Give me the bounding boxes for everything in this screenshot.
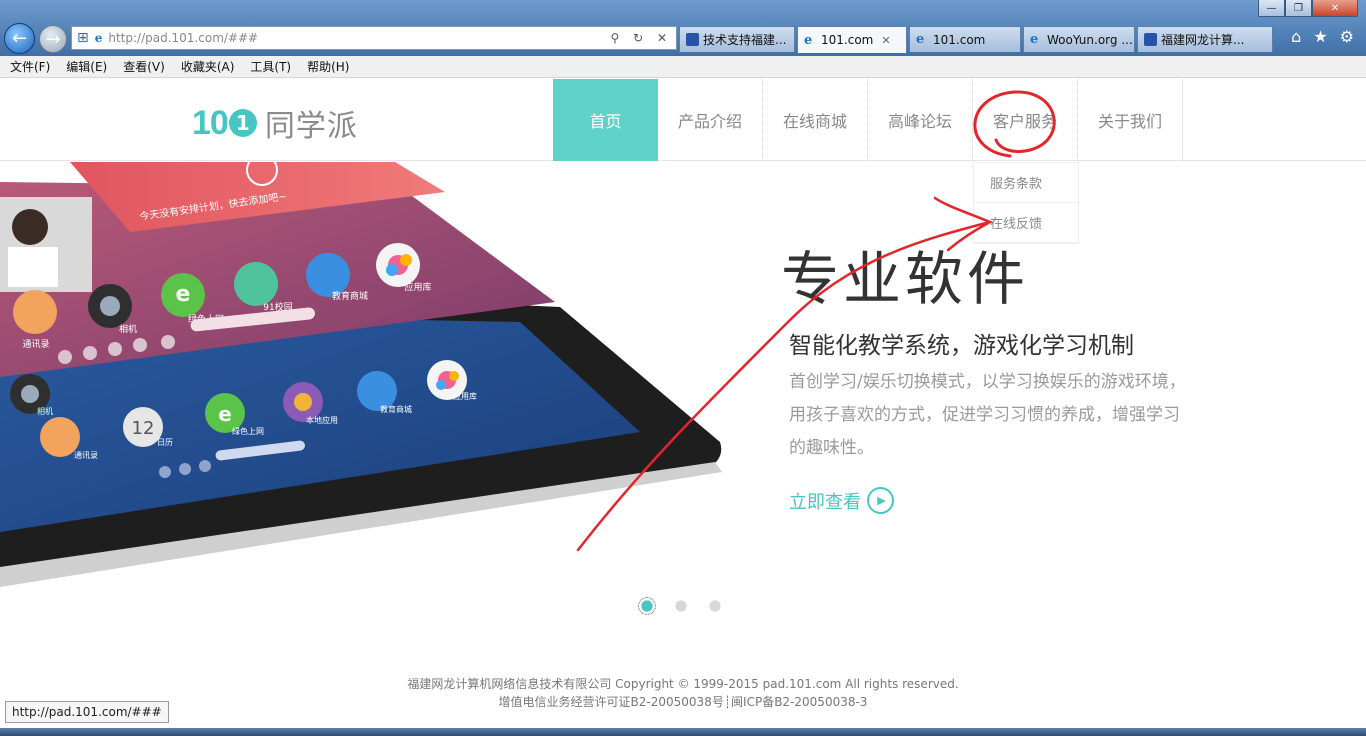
tab-strip: 技术支持福建... e 101.com ✕ e 101.com e WooYun…	[679, 26, 1275, 53]
svg-text:相机: 相机	[37, 406, 53, 416]
address-url[interactable]: http://pad.101.com/###	[108, 31, 610, 45]
menu-bar: 文件(F) 编辑(E) 查看(V) 收藏夹(A) 工具(T) 帮助(H)	[0, 56, 1366, 78]
tablet-icon-label: 应用库	[404, 281, 431, 293]
hero-description: 首创学习/娱乐切换模式，以学习换娱乐的游戏环境，用孩子喜欢的方式，促进学习习惯的…	[789, 372, 1186, 458]
tab-3[interactable]: e 101.com	[909, 26, 1021, 52]
add-favorite-icon[interactable]: ⊞	[77, 30, 89, 46]
menu-file[interactable]: 文件(F)	[10, 58, 50, 75]
nav-customer-service[interactable]: 客户服务	[973, 79, 1078, 161]
favorites-star-icon[interactable]: ★	[1313, 27, 1327, 46]
calendar-number: 12	[132, 418, 155, 439]
site-header: 10 1 同学派 首页 产品介绍 在线商城 高峰论坛 客户服务 关于我们	[0, 79, 1366, 161]
tablet-icon-label: 教育商城	[332, 290, 368, 302]
menu-view[interactable]: 查看(V)	[123, 58, 165, 75]
menu-edit[interactable]: 编辑(E)	[66, 58, 107, 75]
tablet-icon-label: 日历	[157, 438, 173, 447]
address-tools-icon[interactable]: ⚲ ↻ ✕	[610, 31, 676, 45]
menu-tools[interactable]: 工具(T)	[250, 58, 291, 75]
tablet-illustration: 今天没有安排计划，快去添加吧~ e 通讯录 相机 绿色上网 91校园 教育商城 …	[0, 162, 722, 587]
logo-name: 同学派	[264, 109, 358, 144]
tablet-icon-label: 相机	[119, 323, 137, 335]
close-tab-icon[interactable]: ✕	[881, 34, 890, 47]
tab-label: WooYun.org ...	[1047, 32, 1133, 47]
main-nav: 首页 产品介绍 在线商城 高峰论坛 客户服务 关于我们	[553, 79, 1183, 161]
logo-number: 10	[192, 103, 229, 142]
maximize-button[interactable]: ❐	[1285, 0, 1312, 17]
carousel-dot[interactable]	[675, 600, 687, 612]
play-icon: ▶	[867, 487, 894, 514]
arrow-left-icon: ←	[11, 28, 28, 49]
view-now-label: 立即查看	[789, 491, 861, 513]
svg-text:e: e	[218, 402, 232, 426]
tablet-icon-label: 绿色上网	[232, 426, 264, 436]
tablet-icon-label: 通讯录	[74, 450, 98, 460]
site-footer: 福建网龙计算机网络信息技术有限公司 Copyright © 1999-2015 …	[0, 675, 1366, 711]
footer-copyright: 福建网龙计算机网络信息技术有限公司 Copyright © 1999-2015 …	[407, 677, 959, 691]
hero-subtitle: 智能化教学系统，游戏化学习机制	[789, 333, 1134, 359]
ie-icon: e	[916, 32, 925, 47]
arrow-right-icon: →	[45, 28, 61, 50]
home-icon[interactable]: ⌂	[1291, 27, 1301, 46]
window-controls: — ❐ ✕	[1258, 0, 1358, 17]
carousel-dot[interactable]	[709, 600, 721, 612]
menu-favorites[interactable]: 收藏夹(A)	[181, 58, 235, 75]
browser-toolbar-icons: ⌂ ★ ⚙	[1291, 27, 1354, 46]
close-window-button[interactable]: ✕	[1312, 0, 1358, 17]
tab-label: 101.com	[821, 33, 874, 47]
nav-shop[interactable]: 在线商城	[763, 79, 868, 161]
ie-icon: e	[94, 31, 103, 45]
forward-button[interactable]: →	[39, 25, 67, 53]
tablet-icon-label: 本地应用	[306, 415, 338, 425]
minimize-button[interactable]: —	[1258, 0, 1285, 17]
carousel-dot[interactable]	[638, 597, 656, 615]
paw-icon	[686, 33, 699, 46]
nav-products[interactable]: 产品介绍	[658, 79, 763, 161]
logo-one-circle: 1	[228, 109, 257, 137]
menu-help[interactable]: 帮助(H)	[307, 58, 349, 75]
paw-icon	[1144, 33, 1157, 46]
site-logo[interactable]: 10 1 同学派	[192, 101, 358, 145]
status-bar-url: http://pad.101.com/###	[5, 701, 169, 723]
svg-text:e: e	[176, 282, 191, 307]
tablet-icon-label: 应用库	[453, 391, 477, 401]
hero-banner: 今天没有安排计划，快去添加吧~ e 通讯录 相机 绿色上网 91校园 教育商城 …	[0, 162, 1366, 642]
ie-icon: e	[1030, 32, 1039, 47]
carousel-dots	[638, 597, 722, 615]
hero-title: 专业软件	[781, 245, 1030, 313]
tab-label: 技术支持福建...	[703, 33, 787, 47]
tab-4[interactable]: e WooYun.org ...	[1023, 26, 1135, 52]
tab-label: 福建网龙计算...	[1161, 33, 1245, 47]
browser-chrome: — ❐ ✕ ← → ⊞ e http://pad.101.com/### ⚲ ↻…	[0, 0, 1366, 56]
nav-home[interactable]: 首页	[553, 79, 658, 161]
nav-about[interactable]: 关于我们	[1078, 79, 1183, 161]
tab-label: 101.com	[933, 32, 986, 47]
footer-license: 增值电信业务经营许可证B2-20050038号┊闽ICP备B2-20050038…	[498, 695, 868, 709]
tab-2[interactable]: e 101.com ✕	[797, 26, 907, 53]
view-now-button[interactable]: 立即查看 ▶	[789, 487, 894, 514]
tablet-icon-label: 教育商城	[380, 404, 412, 414]
back-button[interactable]: ←	[4, 23, 35, 54]
ie-icon: e	[804, 32, 813, 48]
nav-forum[interactable]: 高峰论坛	[868, 79, 973, 161]
taskbar	[0, 728, 1366, 736]
address-bar[interactable]: ⊞ e http://pad.101.com/### ⚲ ↻ ✕	[71, 26, 677, 50]
tablet-icon-label: 通讯录	[22, 339, 49, 350]
tab-1[interactable]: 技术支持福建...	[679, 26, 795, 52]
tab-5[interactable]: 福建网龙计算...	[1137, 26, 1273, 52]
settings-gear-icon[interactable]: ⚙	[1340, 27, 1354, 46]
